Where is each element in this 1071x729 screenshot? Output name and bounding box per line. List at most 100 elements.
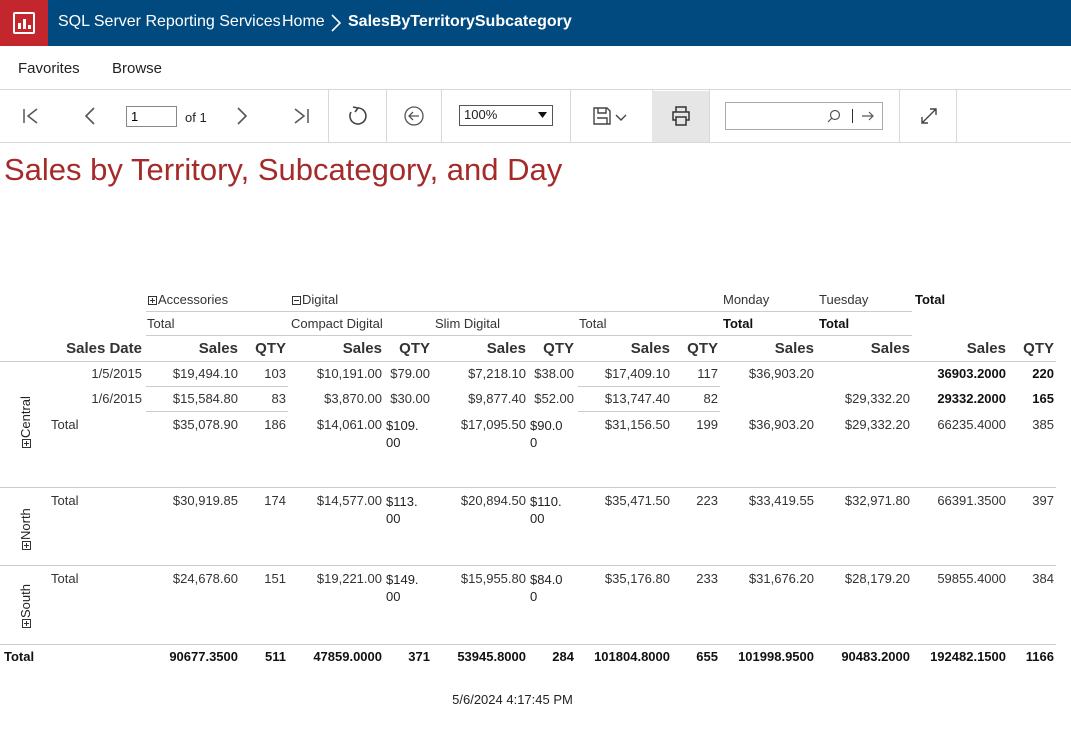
col-header-sales: Sales — [342, 340, 382, 357]
top-app-bar: SQL Server Reporting Services Home Sales… — [0, 0, 1071, 46]
territory-north[interactable]: North — [18, 508, 33, 550]
expand-toggle-icon[interactable] — [148, 296, 157, 306]
group-tuesday: Tuesday — [819, 292, 869, 307]
table-cell: $79.00 — [390, 366, 430, 381]
subgroup-digital-total: Total — [579, 316, 607, 331]
toolbar-divider — [441, 90, 442, 142]
table-cell: $36,903.20 — [748, 366, 814, 381]
expand-toggle-icon[interactable] — [22, 439, 32, 448]
refresh-icon[interactable] — [345, 104, 369, 128]
chevron-down-icon[interactable] — [614, 108, 628, 128]
print-button[interactable] — [652, 91, 709, 142]
back-icon[interactable] — [402, 104, 426, 128]
col-header-sales: Sales — [870, 340, 910, 357]
table-cell: $30,919.85 — [172, 493, 238, 508]
breadcrumb-home[interactable]: Home — [282, 13, 325, 31]
table-cell: 384 — [1032, 571, 1054, 586]
table-cell: $24,678.60 — [172, 571, 238, 586]
table-cell: $31,676.20 — [748, 571, 814, 586]
territory-central[interactable]: Central — [18, 396, 33, 448]
subgroup-compact-digital: Compact Digital — [291, 316, 383, 331]
collapse-toggle-icon[interactable] — [292, 296, 301, 306]
zoom-value: 100% — [464, 107, 498, 122]
group-accessories[interactable]: Accessories — [148, 292, 228, 307]
find-text-box[interactable] — [725, 102, 883, 130]
app-title-link[interactable]: SQL Server Reporting Services — [58, 13, 281, 31]
toolbar-divider — [956, 90, 957, 142]
table-cell: $3,870.00 — [324, 391, 382, 406]
toolbar-divider — [570, 90, 571, 142]
table-cell: $35,471.50 — [604, 493, 670, 508]
table-cell: $29,332.20 — [844, 391, 910, 406]
table-cell: $9,877.40 — [468, 391, 526, 406]
table-cell: $19,494.10 — [172, 366, 238, 381]
next-page-icon[interactable] — [229, 104, 253, 128]
row-divider — [0, 644, 1056, 645]
grand-total-cell: 101998.9500 — [738, 649, 814, 664]
fullscreen-icon[interactable] — [917, 104, 941, 128]
grand-total-cell: 90677.3500 — [169, 649, 238, 664]
group-digital[interactable]: Digital — [292, 292, 338, 307]
table-cell: 59855.4000 — [937, 571, 1006, 586]
search-divider — [852, 109, 853, 123]
table-cell: $28,179.20 — [844, 571, 910, 586]
table-cell: 186 — [264, 417, 286, 432]
chevron-right-icon — [331, 14, 342, 32]
table-cell: $52.00 — [534, 391, 574, 406]
col-header-sales: Sales — [630, 340, 670, 357]
sales-date-cell: 1/6/2015 — [91, 391, 142, 406]
territory-label: North — [18, 508, 33, 540]
toolbar-divider — [899, 90, 900, 142]
col-header-qty: QTY — [399, 340, 430, 357]
grand-total-cell: 192482.1500 — [930, 649, 1006, 664]
first-page-icon[interactable] — [19, 104, 43, 128]
col-header-qty: QTY — [543, 340, 574, 357]
group-digital-label: Digital — [302, 292, 339, 307]
row-divider — [0, 487, 1056, 488]
table-cell: 82 — [703, 391, 718, 406]
expand-toggle-icon[interactable] — [22, 619, 32, 628]
territory-south[interactable]: South — [18, 584, 33, 628]
table-cell: $20,894.50 — [460, 493, 526, 508]
col-header-sales-date: Sales Date — [66, 340, 142, 357]
row-total-label: Total — [51, 493, 79, 508]
zoom-select[interactable]: 100% — [459, 105, 553, 126]
territory-label: Central — [18, 396, 33, 438]
subgroup-accessories-total: Total — [147, 316, 175, 331]
row-total-label: Total — [51, 417, 79, 432]
col-header-qty: QTY — [687, 340, 718, 357]
row-divider — [578, 411, 720, 412]
previous-page-icon[interactable] — [79, 104, 103, 128]
col-header-sales: Sales — [486, 340, 526, 357]
breadcrumb-report: SalesByTerritorySubcategory — [348, 13, 572, 30]
menu-bar: Favorites Browse — [0, 46, 1071, 90]
page-count-label: of 1 — [185, 110, 207, 125]
grand-total-cell: 371 — [408, 649, 430, 664]
find-next-icon[interactable] — [860, 108, 876, 124]
page-number-input[interactable] — [126, 106, 177, 127]
table-cell: $38.00 — [534, 366, 574, 381]
last-page-icon[interactable] — [289, 104, 313, 128]
col-header-sales: Sales — [198, 340, 238, 357]
row-divider — [146, 411, 288, 412]
subgroup-monday-total: Total — [723, 316, 754, 331]
grand-total-cell: 47859.0000 — [313, 649, 382, 664]
report-logo-icon[interactable] — [0, 0, 48, 46]
table-cell: 36903.2000 — [937, 366, 1006, 381]
toolbar-divider — [709, 90, 710, 142]
table-cell: 223 — [696, 493, 718, 508]
menu-browse[interactable]: Browse — [112, 60, 162, 77]
col-header-qty: QTY — [255, 340, 286, 357]
grand-total-cell: 284 — [552, 649, 574, 664]
grand-total-cell: 53945.8000 — [457, 649, 526, 664]
table-cell: 233 — [696, 571, 718, 586]
table-cell: $149.00 — [386, 572, 419, 604]
table-cell: 66391.3500 — [937, 493, 1006, 508]
expand-toggle-icon[interactable] — [22, 541, 32, 550]
table-cell: 83 — [271, 391, 286, 406]
menu-favorites[interactable]: Favorites — [18, 60, 80, 77]
table-cell: 117 — [697, 366, 718, 381]
save-icon[interactable] — [590, 104, 614, 128]
table-cell: 165 — [1032, 391, 1054, 406]
table-cell: $19,221.00 — [316, 571, 382, 586]
